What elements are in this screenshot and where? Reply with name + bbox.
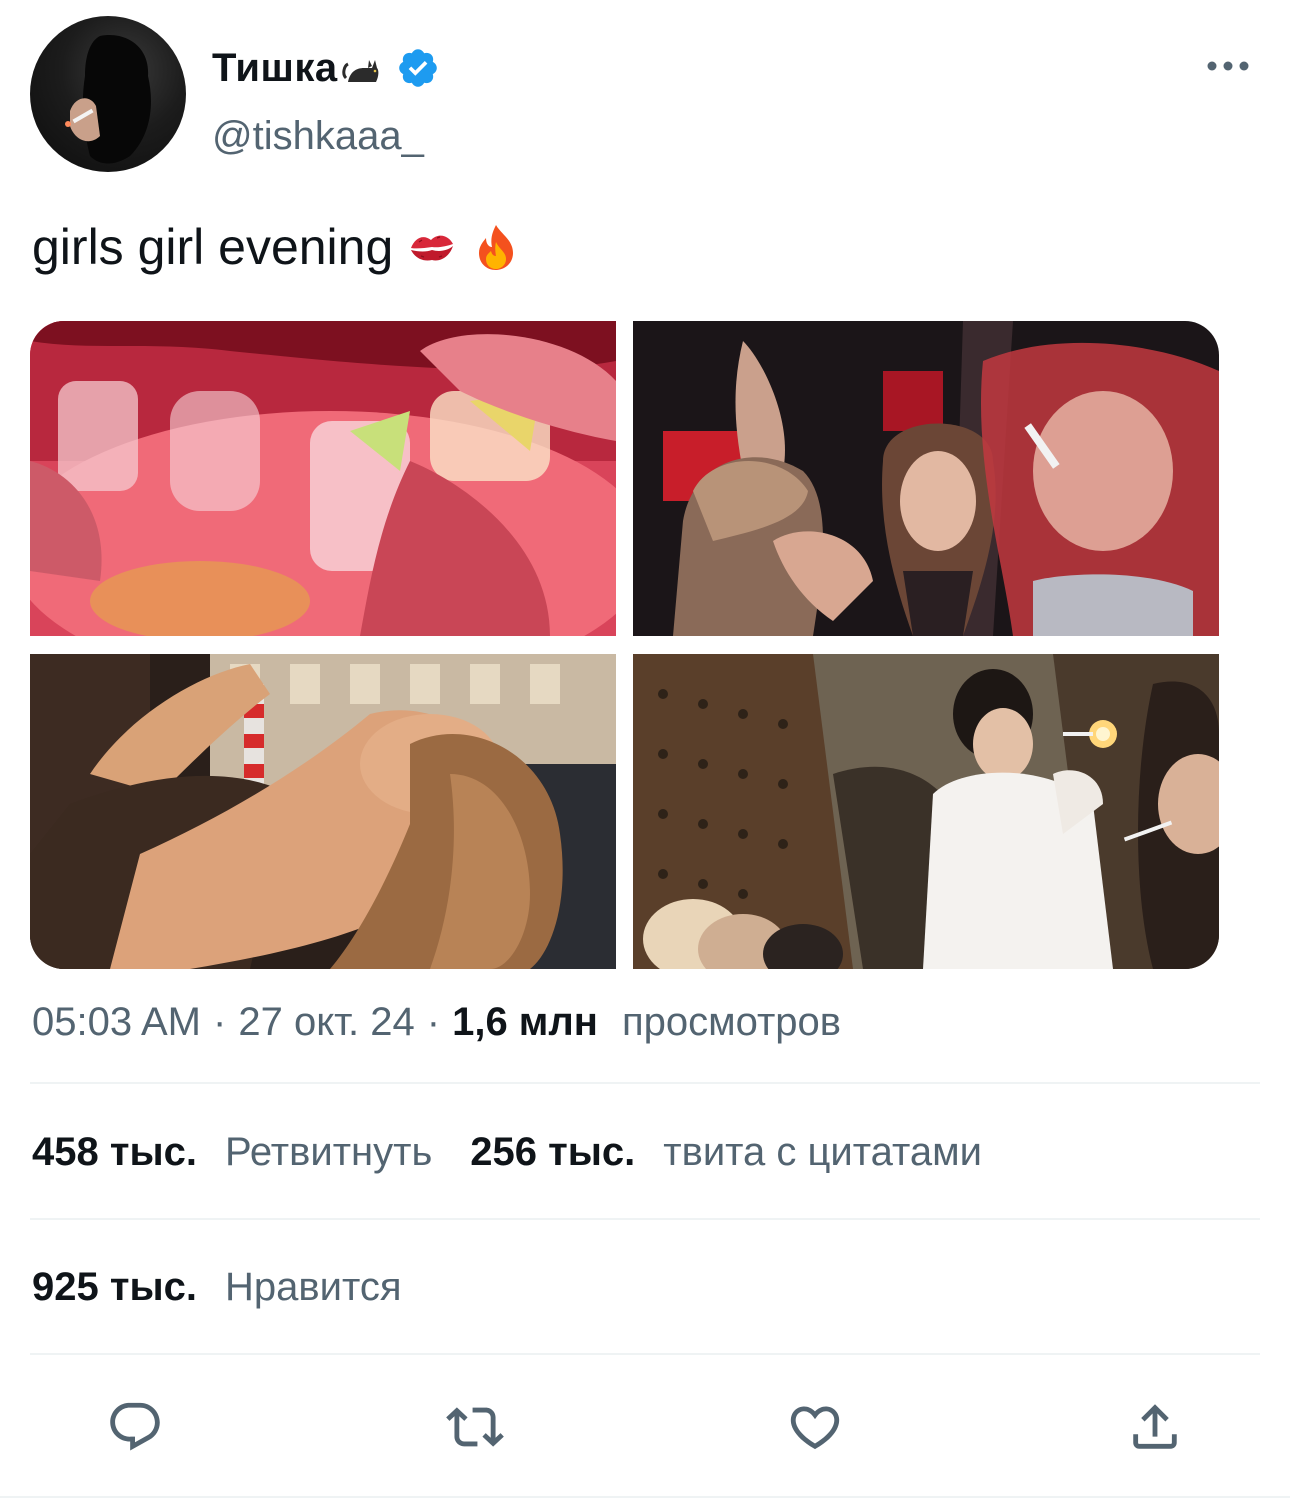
avatar[interactable]: [30, 16, 186, 172]
tweet-text-content: girls girl evening: [32, 219, 394, 275]
likes-label[interactable]: Нравится: [225, 1265, 402, 1310]
retweet-button[interactable]: [440, 1392, 510, 1462]
engagement-stats: 458 тыс. Ретвитнуть 256 тыс. твита с цит…: [32, 1130, 1020, 1175]
reply-icon: [110, 1402, 160, 1451]
meta-separator: ·: [426, 1000, 441, 1044]
retweets-label[interactable]: Ретвитнуть: [225, 1130, 432, 1175]
tweet-meta: 05:03 AM · 27 окт. 24 · 1,6 млн просмотр…: [32, 1000, 841, 1045]
meta-separator: ·: [213, 1000, 227, 1044]
views-count: 1,6 млн: [452, 1000, 598, 1044]
divider: [30, 1082, 1260, 1084]
views-label: просмотров: [621, 1000, 842, 1044]
retweets-count[interactable]: 458 тыс.: [32, 1130, 197, 1175]
author-name-row[interactable]: Тишка: [212, 40, 440, 96]
action-bar: [0, 1392, 1290, 1462]
media-grid: [30, 321, 1219, 969]
share-icon: [1133, 1404, 1177, 1449]
kiss-mark-icon: [411, 235, 454, 261]
share-button[interactable]: [1120, 1392, 1190, 1462]
quotes-count[interactable]: 256 тыс.: [470, 1130, 635, 1175]
likes-stats: 925 тыс. Нравится: [32, 1265, 439, 1310]
photo-shots-toast[interactable]: [30, 321, 616, 636]
photo-street-night[interactable]: [30, 654, 616, 969]
author-handle[interactable]: @tishkaaa_: [212, 114, 424, 159]
photo-lighting-cigarettes[interactable]: [633, 654, 1219, 969]
verified-badge-icon: [398, 49, 437, 87]
divider: [0, 1496, 1290, 1498]
divider: [30, 1353, 1260, 1355]
likes-count[interactable]: 925 тыс.: [32, 1265, 197, 1310]
display-name[interactable]: Тишка: [212, 46, 338, 91]
like-button[interactable]: [780, 1392, 850, 1462]
tweet-text: girls girl evening: [32, 218, 521, 276]
fire-icon: [479, 225, 514, 270]
more-dots-icon: [1207, 61, 1249, 71]
tweet-date[interactable]: 27 окт. 24: [238, 1000, 414, 1045]
more-options-button[interactable]: [1200, 48, 1256, 84]
retweet-icon: [446, 1407, 504, 1447]
quotes-label[interactable]: твита с цитатами: [663, 1130, 982, 1175]
tweet-time[interactable]: 05:03 AM: [32, 1000, 201, 1045]
like-icon: [790, 1406, 840, 1450]
cat-emoji-icon: [341, 60, 379, 82]
reply-button[interactable]: [100, 1392, 170, 1462]
divider: [30, 1218, 1260, 1220]
photo-club-party[interactable]: [633, 321, 1219, 636]
